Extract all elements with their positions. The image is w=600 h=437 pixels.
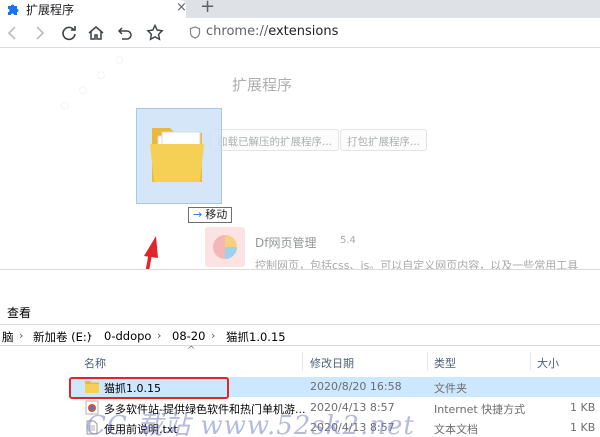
address-scheme: chrome:// — [206, 24, 269, 39]
move-tooltip: → 移动 — [188, 207, 233, 223]
breadcrumb[interactable]: 脑 › 新加卷 (E:) › 0-ddopo › 08-20 › 猫抓1.0.1… — [0, 324, 600, 346]
breadcrumb-item[interactable]: 0-ddopo — [104, 329, 151, 343]
file-size: 1 KB — [570, 421, 596, 434]
move-arrow-icon: → — [193, 208, 203, 221]
puzzle-icon — [8, 4, 19, 15]
chevron-right-icon: › — [88, 329, 93, 342]
extension-version: 5.4 — [340, 235, 356, 246]
file-modified: 2020/8/20 16:58 — [310, 380, 402, 393]
tab-extensions[interactable]: 扩展程序 × — [0, 0, 187, 18]
home-button[interactable] — [85, 22, 107, 44]
address-path: extensions — [268, 24, 339, 39]
browser-toolbar: chrome://extensions — [0, 18, 600, 48]
reload-icon — [62, 26, 76, 41]
column-header: ^ 名称 修改日期 类型 大小 — [70, 345, 600, 372]
column-modified[interactable]: 修改日期 — [310, 355, 354, 371]
undo-close-button[interactable] — [114, 22, 136, 44]
new-tab-button[interactable]: + — [200, 0, 215, 17]
shield-icon — [189, 26, 201, 39]
reload-button[interactable] — [58, 22, 80, 44]
chevron-right-icon: › — [19, 329, 24, 342]
breadcrumb-item[interactable]: 猫抓1.0.15 — [226, 329, 286, 345]
extension-card: Df网页管理 5.4 控制网页，包括css、js。可以自定义网页内容，以及一些常… — [160, 54, 600, 272]
file-type: Internet 快捷方式 — [434, 403, 526, 416]
screenshot-root: 扩展程序 × + chrome://extensions ◦ ◦ ◦ ◦ 扩展程… — [0, 0, 600, 437]
chevron-right-icon: › — [157, 329, 162, 342]
tab-close-icon[interactable]: × — [176, 0, 187, 16]
column-name[interactable]: 名称 — [84, 355, 106, 371]
tab-title: 扩展程序 — [26, 3, 75, 17]
back-arrow-icon — [7, 26, 16, 40]
chevron-right-icon: › — [211, 329, 216, 342]
extension-logo-icon — [205, 227, 245, 267]
breadcrumb-item[interactable]: 脑 — [2, 329, 14, 345]
star-icon — [146, 23, 164, 41]
file-size: 1 KB — [570, 401, 596, 414]
column-divider — [302, 352, 303, 370]
bookmark-button[interactable] — [144, 22, 166, 44]
forward-button[interactable] — [28, 22, 50, 44]
move-label: 移动 — [205, 208, 228, 221]
sort-up-icon: ^ — [187, 345, 196, 356]
extension-name: Df网页管理 — [255, 236, 317, 250]
file-type: 文本文档 — [434, 423, 478, 436]
forward-arrow-icon — [36, 26, 45, 40]
home-icon — [88, 26, 104, 40]
file-type: 文件夹 — [434, 382, 467, 395]
watermark: ◦ ◦ ◦ ◦ — [50, 44, 136, 124]
column-divider — [427, 352, 428, 370]
ribbon-tab-view[interactable]: 查看 — [7, 304, 31, 321]
site-watermark: CC 载站 www.52sk2.net — [86, 411, 415, 437]
breadcrumb-item[interactable]: 新加卷 (E:) — [33, 329, 91, 345]
address-bar[interactable]: chrome://extensions — [206, 24, 338, 39]
breadcrumb-item[interactable]: 08-20 — [172, 329, 205, 343]
dragged-folder-icon — [150, 128, 204, 182]
back-button[interactable] — [2, 22, 24, 44]
undo-icon — [117, 27, 132, 40]
column-divider — [530, 352, 531, 370]
tab-strip: 扩展程序 × + — [0, 0, 600, 18]
annotation-highlight-box — [69, 377, 229, 399]
column-size[interactable]: 大小 — [537, 355, 559, 371]
column-type[interactable]: 类型 — [434, 355, 456, 371]
